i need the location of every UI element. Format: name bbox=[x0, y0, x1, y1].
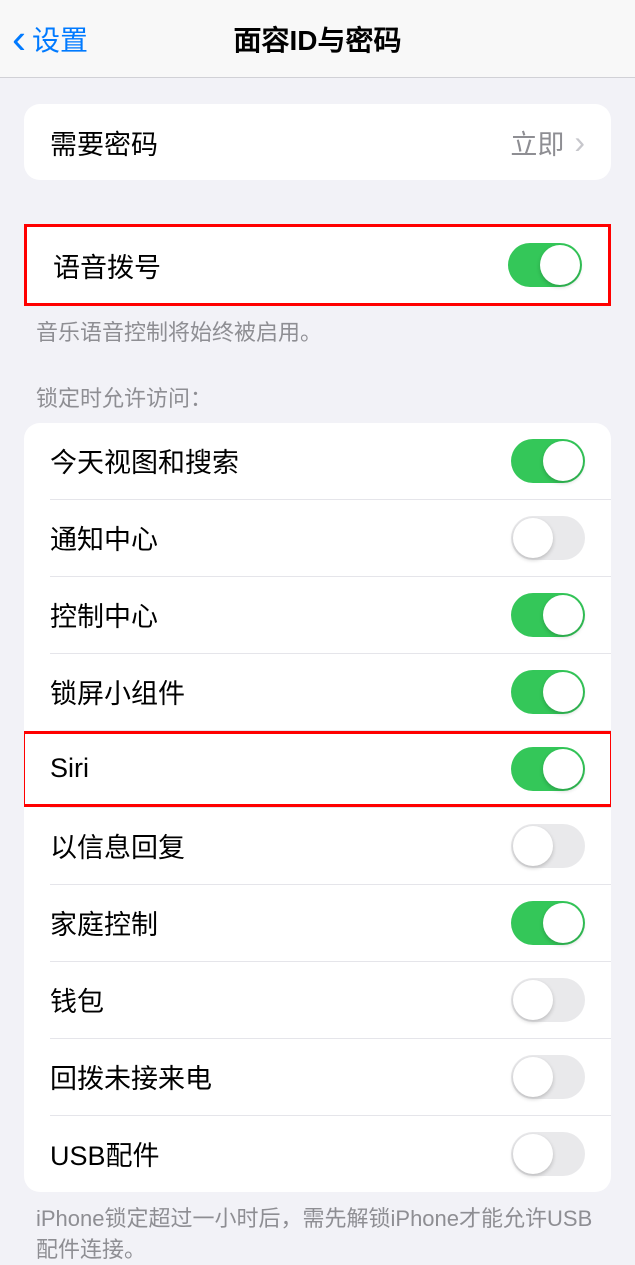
lock-access-item-label: USB配件 bbox=[50, 1134, 160, 1173]
lock-access-toggle[interactable] bbox=[511, 747, 585, 791]
lock-access-toggle[interactable] bbox=[511, 439, 585, 483]
lock-access-toggle[interactable] bbox=[511, 824, 585, 868]
toggle-knob bbox=[543, 595, 583, 635]
lock-access-header: 锁定时允许访问： bbox=[0, 349, 635, 423]
lock-access-item-label: Siri bbox=[50, 753, 89, 784]
toggle-knob bbox=[543, 749, 583, 789]
toggle-knob bbox=[543, 903, 583, 943]
lock-access-toggle[interactable] bbox=[511, 1132, 585, 1176]
toggle-knob bbox=[540, 245, 580, 285]
row-right: 立即 › bbox=[510, 123, 585, 162]
navigation-bar: ‹ 设置 面容ID与密码 bbox=[0, 0, 635, 78]
lock-access-toggle[interactable] bbox=[511, 978, 585, 1022]
toggle-knob bbox=[513, 1057, 553, 1097]
lock-access-row: 控制中心 bbox=[24, 577, 611, 653]
chevron-left-icon: ‹ bbox=[12, 18, 26, 60]
lock-access-item-label: 锁屏小组件 bbox=[50, 672, 185, 711]
content-area: 需要密码 立即 › 语音拨号 音乐语音控制将始终被启用。 锁定时允许访问： 今天… bbox=[0, 78, 635, 1265]
toggle-knob bbox=[513, 1134, 553, 1174]
lock-access-row: 钱包 bbox=[24, 962, 611, 1038]
lock-access-toggle[interactable] bbox=[511, 1055, 585, 1099]
voice-dial-label: 语音拨号 bbox=[53, 246, 161, 285]
toggle-knob bbox=[513, 518, 553, 558]
back-button[interactable]: ‹ 设置 bbox=[12, 18, 88, 60]
back-label: 设置 bbox=[32, 19, 88, 59]
lock-access-row: 家庭控制 bbox=[24, 885, 611, 961]
lock-access-row: 回拨未接来电 bbox=[24, 1039, 611, 1115]
voice-dial-footer: 音乐语音控制将始终被启用。 bbox=[0, 306, 635, 349]
chevron-right-icon: › bbox=[574, 124, 585, 161]
lock-access-toggle[interactable] bbox=[511, 670, 585, 714]
lock-access-toggle[interactable] bbox=[511, 593, 585, 637]
lock-access-row: Siri bbox=[24, 731, 611, 807]
voice-dial-row: 语音拨号 bbox=[27, 227, 608, 303]
lock-access-toggle[interactable] bbox=[511, 901, 585, 945]
lock-access-row: 以信息回复 bbox=[24, 808, 611, 884]
require-passcode-label: 需要密码 bbox=[50, 123, 158, 162]
lock-access-toggle[interactable] bbox=[511, 516, 585, 560]
toggle-knob bbox=[543, 441, 583, 481]
lock-access-row: 锁屏小组件 bbox=[24, 654, 611, 730]
lock-access-item-label: 钱包 bbox=[50, 980, 104, 1019]
lock-access-row: 通知中心 bbox=[24, 500, 611, 576]
lock-access-item-label: 控制中心 bbox=[50, 595, 158, 634]
page-title: 面容ID与密码 bbox=[233, 19, 401, 59]
voice-dial-toggle[interactable] bbox=[508, 243, 582, 287]
lock-access-item-label: 回拨未接来电 bbox=[50, 1057, 212, 1096]
lock-access-item-label: 以信息回复 bbox=[50, 826, 185, 865]
passcode-group: 需要密码 立即 › bbox=[24, 104, 611, 180]
lock-access-item-label: 家庭控制 bbox=[50, 903, 158, 942]
lock-access-row: 今天视图和搜索 bbox=[24, 423, 611, 499]
lock-access-group: 今天视图和搜索通知中心控制中心锁屏小组件 Siri 以信息回复家庭控制钱包回拨未接来… bbox=[24, 423, 611, 1192]
voice-dial-group: 语音拨号 bbox=[24, 224, 611, 306]
toggle-knob bbox=[513, 980, 553, 1020]
lock-access-item-label: 今天视图和搜索 bbox=[50, 441, 239, 480]
lock-access-row: USB配件 bbox=[24, 1116, 611, 1192]
require-passcode-row[interactable]: 需要密码 立即 › bbox=[24, 104, 611, 180]
require-passcode-value: 立即 bbox=[510, 123, 564, 162]
lock-access-footer: iPhone锁定超过一小时后，需先解锁iPhone才能允许USB配件连接。 bbox=[0, 1192, 635, 1265]
toggle-knob bbox=[513, 826, 553, 866]
toggle-knob bbox=[543, 672, 583, 712]
lock-access-item-label: 通知中心 bbox=[50, 518, 158, 557]
